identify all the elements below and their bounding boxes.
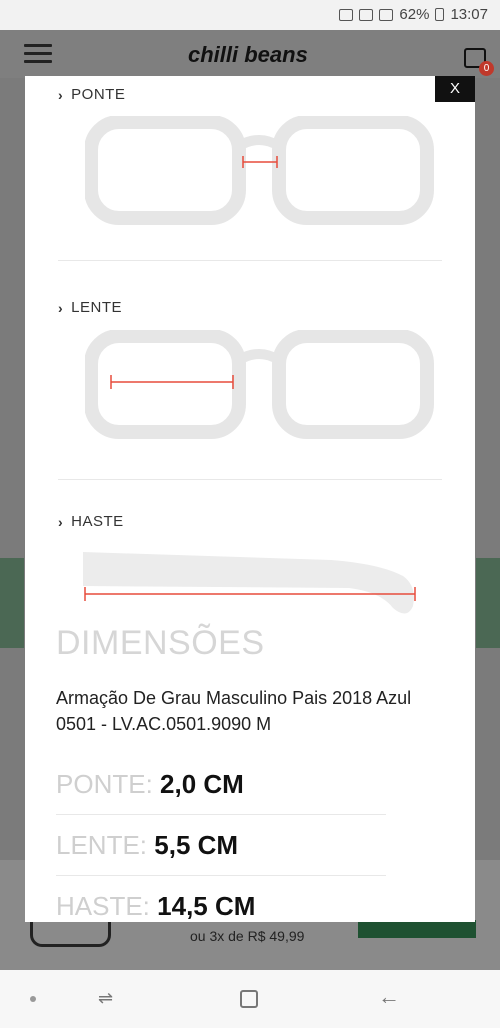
product-thumbnail (30, 920, 111, 947)
divider (56, 875, 386, 876)
section-haste-label: HASTE (71, 513, 124, 530)
section-ponte: › PONTE (58, 86, 442, 103)
section-lente-label: LENTE (71, 299, 123, 316)
haste-diagram (83, 552, 416, 614)
background-button-right (476, 558, 500, 648)
dot-icon (30, 996, 36, 1002)
dimension-value: 14,5 CM (157, 891, 256, 921)
battery-icon (435, 8, 445, 21)
dimension-row-lente: LENTE: 5,5 CM (56, 830, 238, 861)
section-ponte-label: PONTE (71, 86, 126, 103)
section-lente: › LENTE (58, 299, 442, 316)
buy-button[interactable] (358, 920, 476, 938)
brand-logo[interactable]: chilli beans (188, 42, 308, 68)
section-haste-header: › HASTE (58, 513, 442, 530)
home-icon[interactable] (240, 990, 258, 1008)
dimension-row-ponte: PONTE: 2,0 CM (56, 769, 244, 800)
section-haste: › HASTE (58, 513, 442, 530)
system-nav-bar: ⇌ ← (0, 970, 500, 1028)
signal-icon (379, 8, 394, 21)
dimension-row-haste: HASTE: 14,5 CM (56, 891, 255, 922)
recent-apps-icon[interactable]: ⇌ (98, 988, 113, 1009)
chevron-right-icon: › (58, 86, 64, 103)
app-header: chilli beans 0 (0, 30, 500, 78)
section-ponte-header: › PONTE (58, 86, 442, 103)
lente-diagram (85, 330, 434, 439)
wifi-icon (359, 8, 374, 21)
dimension-key: LENTE: (56, 830, 148, 860)
dimension-value: 5,5 CM (154, 830, 239, 860)
background-button-left (0, 558, 24, 648)
dimension-key: PONTE: (56, 769, 153, 799)
cart-count-badge: 0 (479, 61, 494, 76)
cart-icon[interactable]: 0 (462, 40, 494, 76)
installments-text: ou 3x de R$ 49,99 (190, 928, 305, 944)
clock: 13:07 (450, 6, 488, 23)
ponte-diagram (85, 116, 434, 225)
alarm-icon (339, 8, 354, 21)
back-icon[interactable]: ← (378, 984, 400, 1010)
product-description: Armação De Grau Masculino Pais 2018 Azul… (56, 688, 412, 734)
section-lente-header: › LENTE (58, 299, 442, 316)
divider (58, 479, 442, 480)
dimension-value: 2,0 CM (160, 769, 244, 799)
dimension-key: HASTE: (56, 891, 150, 921)
dimensions-title: DIMENSÕES (56, 624, 265, 662)
dimensions-modal: X › PONTE › LENTE › HASTE DIMENSÕES Arma… (25, 76, 475, 922)
chevron-right-icon: › (58, 513, 64, 530)
divider (58, 260, 442, 261)
status-bar: 62% 13:07 (0, 0, 500, 30)
chevron-right-icon: › (58, 299, 64, 316)
menu-icon[interactable] (24, 44, 52, 64)
divider (56, 814, 386, 815)
battery-percent: 62% (399, 6, 430, 23)
